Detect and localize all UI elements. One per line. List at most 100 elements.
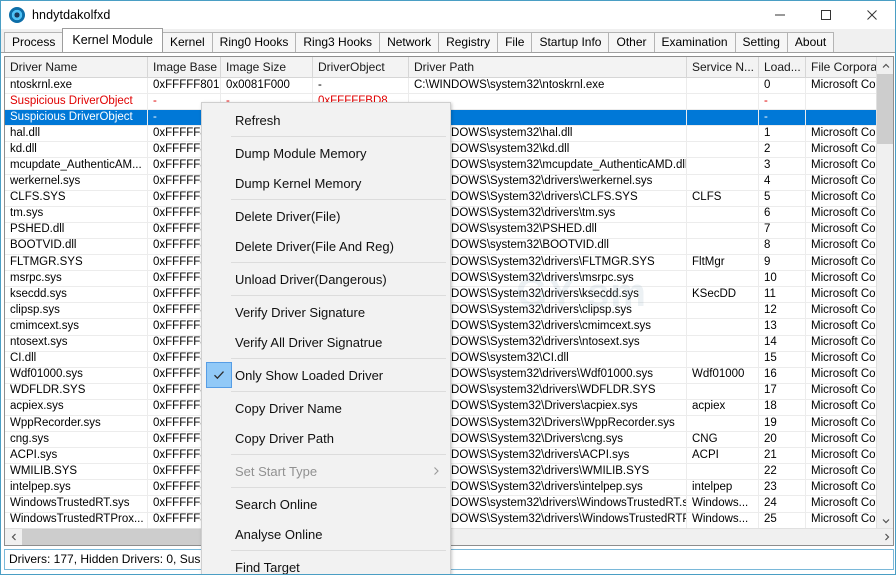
menu-item-find-target[interactable]: Find Target	[202, 552, 450, 575]
table-cell: 19	[759, 415, 806, 432]
menu-item-label: Dump Kernel Memory	[235, 175, 362, 191]
vertical-scrollbar[interactable]	[876, 57, 893, 529]
table-cell: CLFS.SYS	[5, 190, 148, 207]
table-cell	[687, 238, 759, 255]
vertical-scroll-thumb[interactable]	[877, 74, 893, 144]
tab-registry[interactable]: Registry	[438, 32, 499, 52]
table-cell	[687, 141, 759, 158]
menu-item-label: Delete Driver(File And Reg)	[235, 238, 394, 254]
menu-item-label: Verify Driver Signature	[235, 304, 366, 320]
menu-item-label: Unload Driver(Dangerous)	[235, 271, 387, 287]
table-cell	[687, 270, 759, 287]
table-cell: 21	[759, 447, 806, 464]
table-cell: 25	[759, 512, 806, 529]
table-cell: WindowsTrustedRTProx...	[5, 512, 148, 529]
table-cell: FLTMGR.SYS	[5, 254, 148, 271]
menu-item-analyse-online[interactable]: Analyse Online	[202, 519, 450, 549]
table-cell	[687, 463, 759, 480]
table-cell	[687, 222, 759, 239]
table-cell: 12	[759, 302, 806, 319]
table-cell: -	[759, 93, 806, 110]
table-cell: CNG	[687, 431, 759, 448]
scroll-left-icon[interactable]	[5, 529, 22, 546]
menu-item-label: Verify All Driver Signatrue	[235, 334, 383, 350]
column-header-row: Driver Name Image Base Image Size DriverObj…	[5, 57, 893, 78]
close-button[interactable]	[849, 1, 895, 29]
table-cell: Wdf01000	[687, 367, 759, 384]
tab-kernel[interactable]: Kernel	[161, 32, 213, 52]
table-cell: tm.sys	[5, 206, 148, 223]
table-cell	[687, 158, 759, 175]
column-header[interactable]: Driver Name	[5, 57, 148, 77]
menu-item-dump-kernel-memory[interactable]: Dump Kernel Memory	[202, 168, 450, 198]
column-header[interactable]: Image Base	[148, 57, 221, 77]
menu-item-delete-driver-file-and-reg[interactable]: Delete Driver(File And Reg)	[202, 231, 450, 261]
table-cell: Windows...	[687, 495, 759, 512]
menu-item-search-online[interactable]: Search Online	[202, 489, 450, 519]
table-cell: 22	[759, 463, 806, 480]
table-cell: KSecDD	[687, 286, 759, 303]
column-header[interactable]: Service N...	[687, 57, 759, 77]
table-cell: 16	[759, 367, 806, 384]
table-cell: 3	[759, 158, 806, 175]
menu-item-verify-driver-signature[interactable]: Verify Driver Signature	[202, 297, 450, 327]
maximize-button[interactable]	[803, 1, 849, 29]
column-header[interactable]: Image Size	[221, 57, 313, 77]
tab-other[interactable]: Other	[608, 32, 655, 52]
table-cell: CLFS	[687, 190, 759, 207]
tab-kernel-module[interactable]: Kernel Module	[62, 28, 163, 52]
table-cell	[687, 93, 759, 110]
menu-item-copy-driver-path[interactable]: Copy Driver Path	[202, 423, 450, 453]
tab-examination[interactable]: Examination	[653, 32, 736, 52]
tab-file[interactable]: File	[497, 32, 533, 52]
menu-separator	[231, 295, 446, 296]
menu-item-verify-all-driver-signatrue[interactable]: Verify All Driver Signatrue	[202, 327, 450, 357]
table-cell: cmimcext.sys	[5, 318, 148, 335]
scroll-up-icon[interactable]	[877, 57, 893, 74]
menu-item-unload-driver-dangerous[interactable]: Unload Driver(Dangerous)	[202, 264, 450, 294]
menu-item-copy-driver-name[interactable]: Copy Driver Name	[202, 393, 450, 423]
menu-separator	[231, 136, 446, 137]
tab-about[interactable]: About	[786, 32, 835, 52]
menu-item-dump-module-memory[interactable]: Dump Module Memory	[202, 138, 450, 168]
tab-setting[interactable]: Setting	[734, 32, 788, 52]
table-cell: ntoskrnl.exe	[5, 77, 148, 94]
menu-separator	[231, 550, 446, 551]
minimize-button[interactable]	[757, 1, 803, 29]
menu-item-refresh[interactable]: Refresh	[202, 105, 450, 135]
menu-item-label: Find Target	[235, 559, 300, 575]
context-menu: Refresh Dump Module Memory Dump Kernel Mem…	[201, 102, 451, 575]
app-icon	[9, 7, 25, 23]
table-cell: intelpep.sys	[5, 479, 148, 496]
tab-ring0-hooks[interactable]: Ring0 Hooks	[211, 32, 297, 52]
column-header[interactable]: Driver Path	[409, 57, 687, 77]
tab-ring3-hooks[interactable]: Ring3 Hooks	[295, 32, 381, 52]
menu-item-label: Analyse Online	[235, 526, 323, 542]
menu-item-delete-driver-file[interactable]: Delete Driver(File)	[202, 201, 450, 231]
table-row[interactable]: ntoskrnl.exe0xFFFFF801...0x0081F000-C:\W…	[5, 77, 893, 95]
table-cell: 18	[759, 399, 806, 416]
table-cell: mcupdate_AuthenticAM...	[5, 158, 148, 175]
scroll-right-icon[interactable]	[878, 529, 893, 546]
window-title: hndytdakolfxd	[32, 8, 111, 22]
table-cell: WMILIB.SYS	[5, 463, 148, 480]
tab-process[interactable]: Process	[4, 32, 64, 52]
menu-separator	[231, 487, 446, 488]
menu-item-label: Dump Module Memory	[235, 145, 367, 161]
menu-item-only-show-loaded-driver[interactable]: Only Show Loaded Driver	[202, 360, 450, 390]
table-cell	[687, 302, 759, 319]
table-cell: ACPI.sys	[5, 447, 148, 464]
table-cell	[687, 174, 759, 191]
table-cell: 9	[759, 254, 806, 271]
menu-separator	[231, 262, 446, 263]
table-cell: 20	[759, 431, 806, 448]
column-header[interactable]: DriverObject	[313, 57, 409, 77]
table-cell: clipsp.sys	[5, 302, 148, 319]
tab-startup-info[interactable]: Startup Info	[531, 32, 610, 52]
menu-item-label: Search Online	[235, 496, 318, 512]
scroll-down-icon[interactable]	[877, 512, 893, 529]
table-cell: acpiex.sys	[5, 399, 148, 416]
table-cell: 10	[759, 270, 806, 287]
tab-network[interactable]: Network	[379, 32, 440, 52]
column-header[interactable]: Load...	[759, 57, 806, 77]
